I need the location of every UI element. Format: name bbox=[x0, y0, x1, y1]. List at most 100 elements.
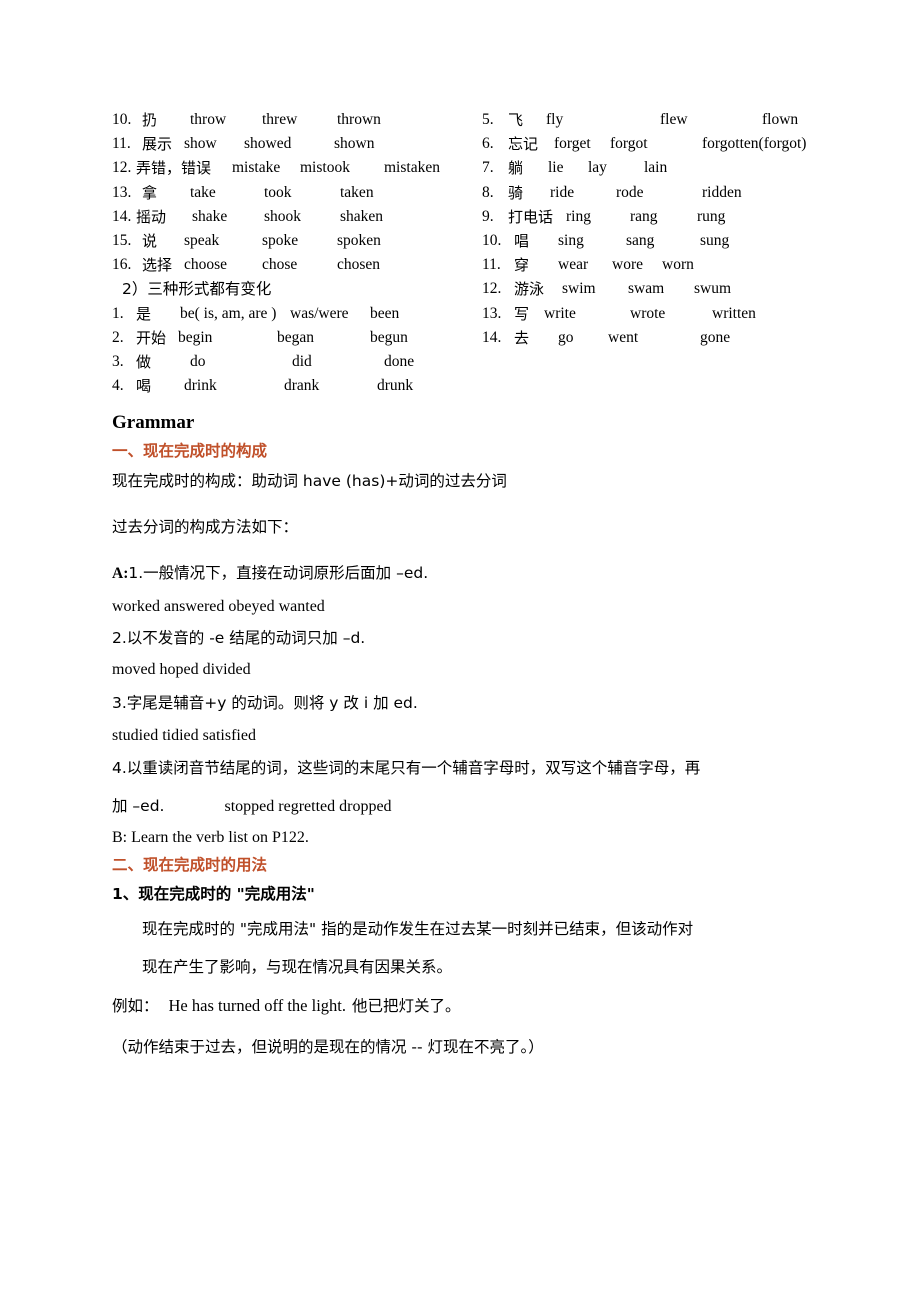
verb-participle: mistaken bbox=[384, 159, 440, 177]
row-number: 13. bbox=[112, 183, 132, 201]
example-label: 例如： bbox=[112, 997, 159, 1015]
table-row: 2. 开始 begin began begun bbox=[112, 326, 482, 350]
rule-a1-text: 1.一般情况下，直接在动词原形后面加 –ed. bbox=[128, 564, 429, 582]
verb-participle: shown bbox=[334, 135, 375, 153]
verb-base: sing bbox=[558, 231, 584, 249]
grammar-section: Grammar 一、现在完成时的构成 现在完成时的构成：助动词 have (ha… bbox=[112, 408, 838, 1068]
example-note: （动作结束于过去，但说明的是现在的情况 -- 灯现在不亮了。） bbox=[112, 1038, 544, 1056]
row-number: 12. bbox=[112, 159, 132, 177]
row-chinese: 飞 bbox=[508, 111, 524, 129]
rule-b: B: Learn the verb list on P122. bbox=[112, 829, 309, 846]
row-chinese: 开始 bbox=[136, 328, 167, 347]
usage-one-body-line1: 现在完成时的 "完成用法" 指的是动作发生在过去某一时刻并已结束，但该动作对 bbox=[142, 920, 694, 938]
usage-one-heading: 1、现在完成时的 "完成用法" bbox=[112, 885, 315, 903]
verb-participle: rung bbox=[697, 207, 726, 225]
verb-past: forgot bbox=[610, 135, 648, 153]
verb-participle: ridden bbox=[702, 183, 742, 201]
verb-past: mistook bbox=[300, 159, 350, 177]
row-number: 3. bbox=[112, 352, 124, 370]
verb-base: ride bbox=[550, 183, 575, 201]
verb-base: be( is, am, are ) bbox=[180, 304, 277, 322]
row-number: 5. bbox=[482, 111, 494, 128]
row-chinese: 说 bbox=[142, 231, 158, 250]
example-chinese: 他已把灯关了。 bbox=[352, 997, 461, 1015]
verb-base: shake bbox=[192, 207, 228, 225]
table-row: 13. 拿 take took taken bbox=[112, 181, 482, 205]
verb-base: forget bbox=[554, 135, 591, 153]
row-number: 13. bbox=[482, 304, 502, 322]
row-chinese: 打电话 bbox=[508, 207, 554, 226]
verb-past: sang bbox=[626, 231, 655, 249]
verb-past: rode bbox=[616, 183, 644, 201]
row-chinese: 唱 bbox=[514, 231, 530, 250]
verb-past: swam bbox=[628, 280, 665, 298]
row-chinese: 展示 bbox=[142, 135, 173, 154]
row-chinese: 游泳 bbox=[514, 280, 545, 299]
row-chinese: 穿 bbox=[514, 256, 530, 275]
verb-past: went bbox=[608, 328, 639, 346]
verb-past: chose bbox=[262, 256, 298, 274]
formation-line: 现在完成时的构成：助动词 have (has)+动词的过去分词 bbox=[112, 472, 507, 490]
section-heading-one: 一、现在完成时的构成 bbox=[112, 442, 268, 460]
usage-one-body-line2: 现在产生了影响，与现在情况具有因果关系。 bbox=[142, 958, 453, 976]
verb-past: flew bbox=[660, 111, 688, 128]
verb-past: shook bbox=[264, 207, 302, 225]
table-row: 3. 做 do did done bbox=[112, 350, 482, 374]
verb-participle: written bbox=[712, 304, 756, 322]
verb-participle: swum bbox=[694, 280, 732, 298]
verb-past: drank bbox=[284, 377, 320, 395]
verb-participle: thrown bbox=[337, 111, 381, 128]
rule-a2-examples: moved hoped divided bbox=[112, 661, 251, 678]
row-number: 16. bbox=[112, 256, 132, 274]
verb-base: mistake bbox=[232, 159, 281, 177]
section-heading-two: 二、现在完成时的用法 bbox=[112, 856, 268, 874]
verb-past: did bbox=[292, 352, 312, 370]
rule-a3: 3.字尾是辅音+y 的动词。则将 y 改 i 加 ed. bbox=[112, 694, 418, 712]
rule-a4-examples: stopped regretted dropped bbox=[224, 798, 392, 815]
formation-method-intro: 过去分词的构成方法如下： bbox=[112, 518, 299, 536]
verb-past: spoke bbox=[262, 231, 299, 249]
verb-participle: flown bbox=[762, 111, 799, 128]
verb-base: drink bbox=[184, 377, 217, 395]
verb-past: showed bbox=[244, 135, 292, 153]
row-chinese: 躺 bbox=[508, 159, 524, 178]
verb-participle: been bbox=[370, 304, 400, 322]
table-row: 9. 打电话 ring rang rung bbox=[482, 205, 838, 229]
verb-base: show bbox=[184, 135, 217, 153]
verb-past: rang bbox=[630, 207, 658, 225]
verb-table-left-column: 10. 扔 throw threw thrown 11. 展示 show sho… bbox=[112, 108, 482, 398]
verb-base: go bbox=[558, 328, 574, 346]
row-chinese: 做 bbox=[136, 352, 152, 371]
row-chinese: 去 bbox=[514, 328, 530, 347]
row-number: 14. bbox=[112, 207, 132, 225]
row-number: 15. bbox=[112, 231, 132, 249]
document-page: 10. 扔 throw threw thrown 11. 展示 show sho… bbox=[0, 0, 920, 1302]
verb-participle: spoken bbox=[337, 231, 381, 249]
verb-participle: begun bbox=[370, 328, 408, 346]
table-row: 1. 是 be( is, am, are ) was/were been bbox=[112, 302, 482, 326]
table-row: 12. 弄错，错误 mistake mistook mistaken bbox=[112, 156, 482, 180]
row-chinese: 喝 bbox=[136, 377, 152, 396]
row-chinese: 拿 bbox=[142, 183, 158, 202]
verb-participle: sung bbox=[700, 231, 730, 249]
rule-a1-examples: worked answered obeyed wanted bbox=[112, 598, 325, 615]
verb-base: throw bbox=[190, 111, 227, 128]
table-row: 10. 扔 throw threw thrown bbox=[112, 108, 482, 132]
row-number: 7. bbox=[482, 159, 494, 177]
row-number: 4. bbox=[112, 377, 124, 395]
table-row: 15. 说 speak spoke spoken bbox=[112, 229, 482, 253]
row-number: 1. bbox=[112, 304, 124, 322]
verb-participle: chosen bbox=[337, 256, 381, 274]
row-chinese: 忘记 bbox=[508, 135, 539, 154]
verb-past: threw bbox=[262, 111, 298, 128]
table-row: 11. 穿 wear wore worn bbox=[482, 253, 838, 277]
verb-base: lie bbox=[548, 159, 564, 177]
verb-participle: gone bbox=[700, 328, 731, 346]
row-number: 11. bbox=[112, 135, 131, 153]
table-row: 8. 骑 ride rode ridden bbox=[482, 181, 838, 205]
verb-base: wear bbox=[558, 256, 589, 274]
verb-past: took bbox=[264, 183, 292, 201]
row-number: 10. bbox=[112, 111, 132, 128]
table-row: 6. 忘记 forget forgot forgotten(forgot) bbox=[482, 132, 838, 156]
rule-a2: 2.以不发音的 -e 结尾的动词只加 –d. bbox=[112, 629, 366, 647]
